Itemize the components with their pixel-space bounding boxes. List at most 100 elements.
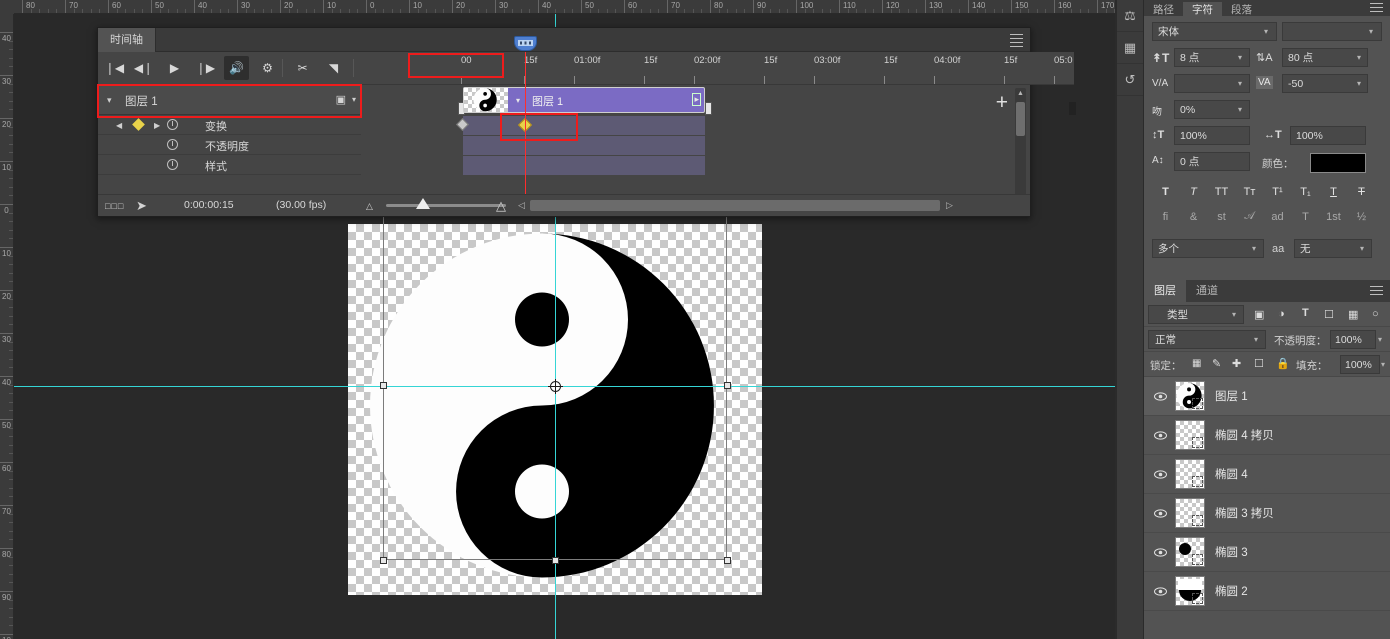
next-keyframe-icon[interactable]: ▶ xyxy=(154,121,160,130)
chevron-down-icon[interactable]: ▾ xyxy=(1254,335,1258,344)
zoom-slider-thumb[interactable] xyxy=(416,198,430,209)
lock-transparency-icon[interactable]: ▦ xyxy=(1192,358,1201,369)
vertical-scale-field[interactable]: 100% xyxy=(1174,126,1250,145)
transform-handle[interactable] xyxy=(552,557,559,564)
stopwatch-icon[interactable] xyxy=(167,119,178,130)
text-color-swatch[interactable] xyxy=(1310,153,1366,173)
timeline-settings-icon[interactable]: ⚙ xyxy=(255,56,280,80)
eye-icon[interactable] xyxy=(1154,507,1167,520)
image-filter-icon[interactable]: ▣ xyxy=(1254,308,1264,321)
transform-handle[interactable] xyxy=(724,557,731,564)
hscroll-right-icon[interactable]: ▷ xyxy=(946,200,953,211)
adjustment-filter-icon[interactable]: ◑ xyxy=(1278,308,1285,320)
history-icon[interactable]: ↺ xyxy=(1117,64,1143,96)
eye-icon[interactable] xyxy=(1154,429,1167,442)
text-style-r2-3-button[interactable]: 𝒜 xyxy=(1238,206,1261,227)
layer-row[interactable]: 椭圆 4 xyxy=(1144,455,1390,494)
next-frame-icon[interactable]: ❘▶ xyxy=(193,56,218,80)
brush-tool-icon[interactable]: ⚖ xyxy=(1117,0,1143,32)
lock-position-icon[interactable]: ✚ xyxy=(1232,357,1241,370)
text-style-r1-7-button[interactable]: T xyxy=(1350,181,1373,202)
chevron-down-icon[interactable]: ▾ xyxy=(1238,79,1242,88)
text-style-r2-4-button[interactable]: ad xyxy=(1266,206,1289,227)
text-style-r2-6-button[interactable]: 1st xyxy=(1322,206,1345,227)
layer-row[interactable]: 椭圆 2 xyxy=(1144,572,1390,611)
keyframe-navigator[interactable]: ◀ ▶ xyxy=(112,119,164,131)
chevron-down-icon[interactable]: ▾ xyxy=(1369,27,1373,36)
leading-field[interactable]: 80 点 xyxy=(1282,48,1368,67)
playhead-line[interactable] xyxy=(525,52,526,216)
library-icon[interactable]: ▦ xyxy=(1117,32,1143,64)
text-style-r2-7-button[interactable]: ½ xyxy=(1350,206,1373,227)
chevron-down-icon[interactable]: ▾ xyxy=(516,96,520,105)
transform-handle[interactable] xyxy=(724,382,731,389)
chevron-down-icon[interactable]: ▾ xyxy=(1357,53,1361,62)
vector-mask-icon[interactable] xyxy=(1192,437,1203,448)
smartobject-filter-icon[interactable]: ▦ xyxy=(1348,308,1358,321)
horizontal-scale-field[interactable]: 100% xyxy=(1290,126,1366,145)
chevron-down-icon[interactable]: ▾ xyxy=(1360,244,1364,253)
lock-all-icon[interactable]: 🔒 xyxy=(1276,357,1290,370)
play-icon[interactable]: ▶ xyxy=(162,56,187,80)
baseline-shift-field[interactable]: 0 点 xyxy=(1174,152,1250,171)
playhead-handle[interactable] xyxy=(514,36,537,51)
video-clip[interactable]: ▾ 图层 1 ▸ xyxy=(463,87,705,113)
track-row-transform[interactable]: ◀ ▶ 变换 xyxy=(98,115,361,135)
tab-timeline[interactable]: 时间轴 xyxy=(98,28,156,52)
layer-name[interactable]: 椭圆 2 xyxy=(1215,583,1248,599)
layer-thumbnail[interactable] xyxy=(1175,459,1205,489)
audio-toggle-icon[interactable]: 🔊 xyxy=(224,56,249,80)
layer-name[interactable]: 椭圆 3 拷贝 xyxy=(1215,505,1274,521)
timeline-track-area[interactable]: ▾ 图层 1 ▸ xyxy=(456,85,978,194)
zoom-out-icon[interactable]: △ xyxy=(366,201,373,212)
split-at-playhead-icon[interactable]: ✂ xyxy=(290,56,315,80)
tracking-field[interactable]: -50 xyxy=(1282,74,1368,93)
layer-thumbnail[interactable] xyxy=(1175,420,1205,450)
layer-row[interactable]: 图层 1 xyxy=(1144,377,1390,416)
keyframe-indicator-icon[interactable] xyxy=(132,118,145,131)
text-style-r1-1-button[interactable]: T xyxy=(1182,181,1205,202)
text-style-r2-5-button[interactable]: T xyxy=(1294,206,1317,227)
layer-row[interactable]: 椭圆 3 拷贝 xyxy=(1144,494,1390,533)
layer-thumbnail[interactable] xyxy=(1175,381,1205,411)
video-track-icon[interactable]: ▣ xyxy=(336,93,346,106)
layer-thumbnail[interactable] xyxy=(1175,537,1205,567)
chevron-down-icon[interactable]: ▾ xyxy=(1357,79,1361,88)
filter-toggle-icon[interactable]: ○ xyxy=(1372,308,1379,320)
eye-icon[interactable] xyxy=(1154,585,1167,598)
lock-artboard-icon[interactable]: ☐ xyxy=(1254,357,1264,370)
vector-mask-icon[interactable] xyxy=(1192,593,1203,604)
add-media-button[interactable]: + xyxy=(996,96,1008,110)
fill-field[interactable]: 100% xyxy=(1340,355,1380,374)
chevron-down-icon[interactable]: ▾ xyxy=(1238,105,1242,114)
chevron-down-icon[interactable]: ▾ xyxy=(1252,244,1256,253)
tab-通道[interactable]: 通道 xyxy=(1186,280,1228,302)
filter-kind-select[interactable]: 类型 xyxy=(1148,305,1244,324)
layer-thumbnail[interactable] xyxy=(1175,498,1205,528)
vector-mask-icon[interactable] xyxy=(1192,398,1203,409)
layer-name[interactable]: 椭圆 4 xyxy=(1215,466,1248,482)
zoom-slider-track[interactable] xyxy=(386,204,506,207)
chevron-down-icon[interactable]: ▾ xyxy=(1378,335,1382,344)
chevron-down-icon[interactable]: ▾ xyxy=(1238,53,1242,62)
text-style-r1-5-button[interactable]: T₁ xyxy=(1294,181,1317,202)
tab-图层[interactable]: 图层 xyxy=(1144,280,1186,302)
vector-mask-icon[interactable] xyxy=(1192,515,1203,526)
scroll-up-icon[interactable]: ▲ xyxy=(1017,90,1024,97)
transform-pivot-point[interactable] xyxy=(550,381,561,392)
timeline-panel[interactable]: 时间轴 ❘◀◀❘▶❘▶🔊⚙✂◥ 0015f01:00f15f02:00f15f0… xyxy=(97,27,1031,217)
layer-row[interactable]: 椭圆 4 拷贝 xyxy=(1144,416,1390,455)
hamburger-menu-icon[interactable] xyxy=(1010,34,1023,45)
font-family-field[interactable]: 宋体 xyxy=(1152,22,1277,41)
track-row-style[interactable]: 样式 xyxy=(98,155,361,175)
layer-name[interactable]: 椭圆 4 拷贝 xyxy=(1215,427,1274,443)
hscroll-left-icon[interactable]: ◁ xyxy=(518,200,525,211)
transition-icon[interactable]: ◥ xyxy=(321,56,346,80)
text-style-r2-0-button[interactable]: fi xyxy=(1154,206,1177,227)
chevron-down-icon[interactable]: ▾ xyxy=(1232,310,1236,319)
transition-arrow-icon[interactable]: ➤ xyxy=(136,198,147,214)
go-to-first-frame-icon[interactable]: ❘◀ xyxy=(102,56,127,80)
zoom-in-icon[interactable]: △ xyxy=(496,198,506,214)
text-style-r1-3-button[interactable]: Tᴛ xyxy=(1238,181,1261,202)
text-style-r1-2-button[interactable]: TT xyxy=(1210,181,1233,202)
